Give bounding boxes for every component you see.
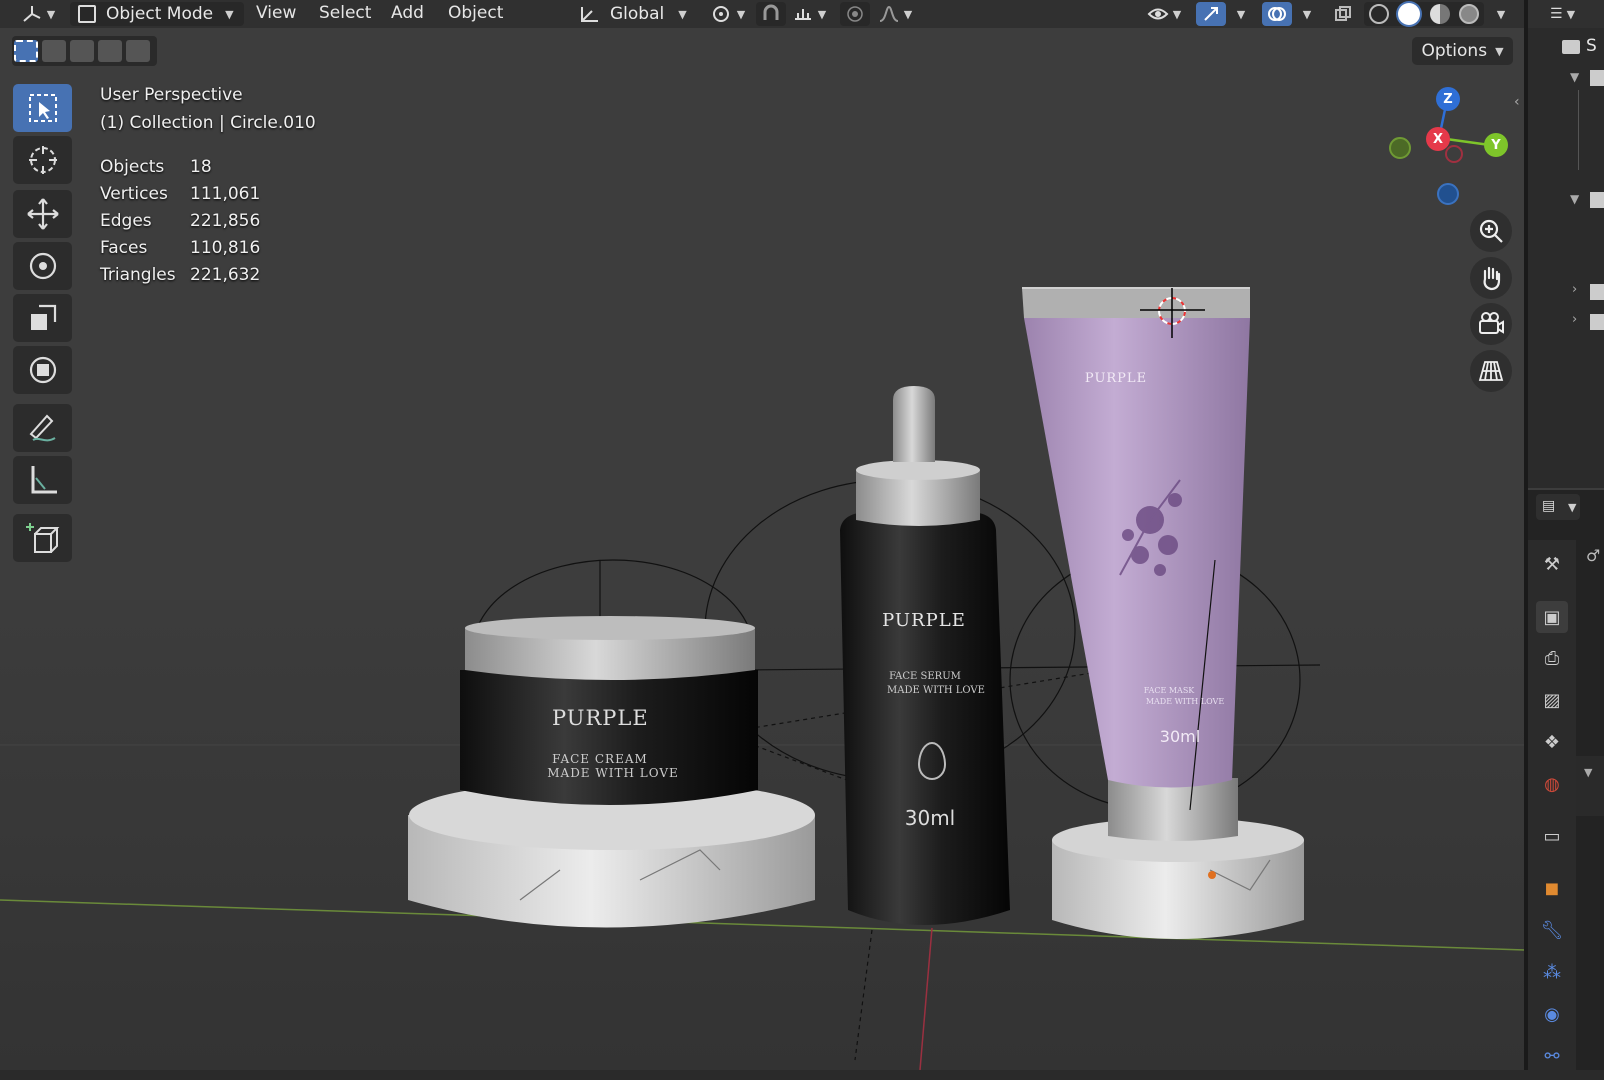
tab-render[interactable]: ▣ <box>1536 601 1568 633</box>
hand-icon <box>1483 266 1501 291</box>
stat-value-edges: 221,856 <box>190 211 261 231</box>
tab-scene[interactable]: ❖ <box>1536 726 1568 758</box>
camera-view-button[interactable] <box>1470 303 1512 345</box>
expand-chevron-icon[interactable]: ▼ <box>1570 192 1579 206</box>
droplet-icon <box>918 742 946 780</box>
physics-icon: ◉ <box>1544 1003 1560 1025</box>
render-camera-icon: ▣ <box>1543 606 1561 628</box>
bottle-brand-text: PURPLE <box>882 610 966 631</box>
collection-icon <box>1590 284 1604 300</box>
tab-view-layer[interactable]: ▨ <box>1536 684 1568 716</box>
view-name: User Perspective <box>100 85 243 105</box>
stat-value-triangles: 221,632 <box>190 265 261 285</box>
tube-line1-text: FACE MASK <box>1143 686 1195 695</box>
gizmo-neg-y-axis[interactable] <box>1389 137 1411 159</box>
tab-particles[interactable]: ⁂ <box>1536 956 1568 988</box>
gizmo-y-axis[interactable]: Y <box>1484 133 1508 157</box>
collection-info: (1) Collection | Circle.010 <box>100 113 316 133</box>
gizmo-neg-x-axis[interactable] <box>1445 145 1463 163</box>
gizmo-z-axis[interactable]: Z <box>1436 87 1460 111</box>
gizmo-neg-z-axis[interactable] <box>1437 183 1459 205</box>
perspective-toggle-button[interactable] <box>1470 350 1512 392</box>
stat-value-faces: 110,816 <box>190 238 261 258</box>
tube-volume-text: 30ml <box>1159 727 1201 746</box>
collection-icon <box>1590 192 1604 208</box>
status-bar <box>0 1070 1604 1080</box>
pan-button[interactable] <box>1470 257 1512 299</box>
grid-perspective-icon <box>1478 361 1504 381</box>
outliner-header: ☰ ▼ <box>1528 0 1604 28</box>
collapse-chevron-icon[interactable]: › <box>1572 282 1577 297</box>
collapse-chevron-icon[interactable]: › <box>1572 312 1577 327</box>
properties-icon: ▤ <box>1542 498 1556 514</box>
tab-physics[interactable]: ◉ <box>1536 998 1568 1030</box>
viewport-scene[interactable] <box>0 0 1526 1070</box>
gizmo-z-label: Z <box>1443 91 1453 107</box>
jar-brand-text: PURPLE <box>552 706 649 730</box>
serum-bottle[interactable] <box>840 386 1010 925</box>
expand-chevron-icon[interactable]: ▼ <box>1570 70 1579 84</box>
zoom-icon <box>1479 219 1503 243</box>
view-layer-icon: ▨ <box>1543 689 1561 711</box>
bottle-line2-text: MADE WITH LOVE <box>887 685 985 696</box>
tab-object[interactable]: ◼ <box>1536 872 1568 904</box>
tab-tool[interactable]: ⚒ <box>1536 548 1568 580</box>
zoom-button[interactable] <box>1470 210 1512 252</box>
tab-world[interactable]: ◍ <box>1536 768 1568 800</box>
tab-collection[interactable]: ▭ <box>1536 820 1568 852</box>
tube-line2-text: MADE WITH LOVE <box>1145 697 1225 706</box>
world-icon: ◍ <box>1544 773 1560 795</box>
properties-editor-type-button[interactable]: ▤ ▼ <box>1536 494 1580 520</box>
constraints-icon: ⚯ <box>1544 1045 1560 1067</box>
stat-label-edges: Edges <box>100 211 152 231</box>
gizmo-x-label: X <box>1432 131 1444 147</box>
output-printer-icon: ⎙ <box>1544 647 1560 669</box>
properties-partial-icon: ♂ <box>1586 546 1601 565</box>
outliner-panel: ☰ ▼ S ▼ ▼ › › <box>1528 0 1604 488</box>
stat-label-triangles: Triangles <box>100 265 176 285</box>
gizmo-y-label: Y <box>1491 137 1501 153</box>
scene-collection-icon <box>1562 40 1580 54</box>
tree-line <box>1578 90 1579 170</box>
jar-line2-text: MADE WITH LOVE <box>547 766 679 780</box>
collection-icon <box>1590 314 1604 330</box>
particles-icon: ⁂ <box>1543 961 1561 983</box>
object-origin <box>1208 871 1216 879</box>
stat-label-vertices: Vertices <box>100 184 168 204</box>
tab-constraints[interactable]: ⚯ <box>1536 1040 1568 1072</box>
properties-subpanel-strip: ▼ <box>1576 756 1604 816</box>
stat-label-faces: Faces <box>100 238 148 258</box>
stat-value-vertices: 111,061 <box>190 184 261 204</box>
camera-icon <box>1479 312 1504 334</box>
scene-icon: ❖ <box>1543 731 1561 753</box>
collection-icon <box>1590 70 1604 86</box>
jar-line1-text: FACE CREAM <box>552 752 648 766</box>
object-square-icon: ◼ <box>1544 877 1560 899</box>
tab-output[interactable]: ⎙ <box>1536 642 1568 674</box>
stat-value-objects: 18 <box>190 157 212 177</box>
collection-box-icon: ▭ <box>1543 825 1561 847</box>
modifier-wrench-icon: 🔧︎ <box>1540 919 1564 941</box>
outliner-editor-type-icon[interactable]: ☰ ▼ <box>1550 6 1575 22</box>
bottle-volume-text: 30ml <box>904 806 956 830</box>
stat-label-objects: Objects <box>100 157 165 177</box>
subpanel-chevron-icon[interactable]: ▼ <box>1584 766 1592 779</box>
bottle-line1-text: FACE SERUM <box>889 671 961 682</box>
tube-brand-text: PURPLE <box>1084 371 1148 386</box>
tool-wrench-icon: ⚒ <box>1543 553 1561 575</box>
outliner-row-text: S <box>1586 36 1597 56</box>
tab-modifiers[interactable]: 🔧︎ <box>1536 914 1568 946</box>
collapse-sidebar-icon[interactable]: ‹ <box>1514 94 1520 110</box>
